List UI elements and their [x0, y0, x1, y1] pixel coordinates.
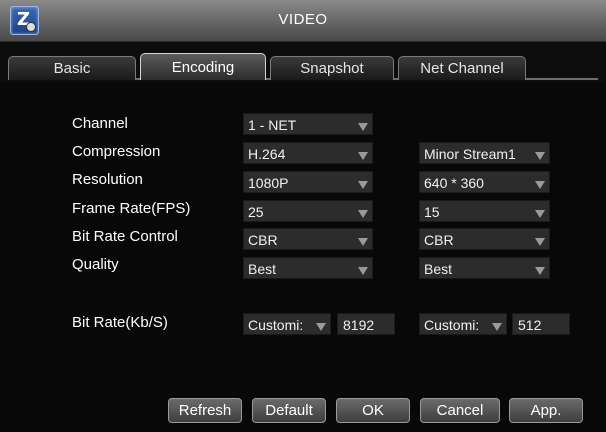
- chevron-down-icon: [535, 181, 545, 189]
- channel-label: Channel: [72, 115, 128, 132]
- bit-rate-main-input[interactable]: 8192: [337, 313, 395, 335]
- chevron-down-icon: [358, 210, 368, 218]
- ok-button[interactable]: OK: [336, 398, 410, 423]
- refresh-button[interactable]: Refresh: [168, 398, 242, 423]
- chevron-down-icon: [535, 238, 545, 246]
- quality-main-value: Best: [248, 261, 277, 277]
- default-button[interactable]: Default: [252, 398, 326, 423]
- chevron-down-icon: [358, 152, 368, 160]
- bit-rate-control-label: Bit Rate Control: [72, 228, 178, 245]
- frame-rate-sub-value: 15: [424, 204, 440, 220]
- resolution-sub-value: 640 * 360: [424, 175, 484, 191]
- window-title: VIDEO: [278, 11, 328, 28]
- bit-rate-main-mode-value: Customi:: [248, 317, 304, 333]
- chevron-down-icon: [358, 238, 368, 246]
- compression-main-value: H.264: [248, 146, 286, 162]
- frame-rate-label: Frame Rate(FPS): [72, 200, 191, 217]
- frame-rate-main-value: 25: [248, 204, 264, 220]
- resolution-sub-select[interactable]: 640 * 360: [419, 171, 550, 193]
- channel-select[interactable]: 1 - NET: [243, 113, 373, 135]
- frame-rate-sub-select[interactable]: 15: [419, 200, 550, 222]
- bit-rate-sub-mode-select[interactable]: Customi:: [419, 313, 507, 335]
- tab-net-channel[interactable]: Net Channel: [398, 56, 526, 80]
- quality-main-select[interactable]: Best: [243, 257, 373, 279]
- apply-button[interactable]: App.: [509, 398, 583, 423]
- bit-rate-control-main-value: CBR: [248, 232, 278, 248]
- quality-sub-value: Best: [424, 261, 453, 277]
- frame-rate-main-select[interactable]: 25: [243, 200, 373, 222]
- video-settings-window: Z VIDEO Basic Encoding Snapshot Net Chan…: [0, 0, 606, 432]
- chevron-down-icon: [535, 152, 545, 160]
- chevron-down-icon: [358, 267, 368, 275]
- quality-sub-select[interactable]: Best: [419, 257, 550, 279]
- stream-select[interactable]: Minor Stream1: [419, 142, 550, 164]
- stream-value: Minor Stream1: [424, 146, 516, 162]
- channel-value: 1 - NET: [248, 117, 297, 133]
- bit-rate-sub-mode-value: Customi:: [424, 317, 480, 333]
- bit-rate-sub-input[interactable]: 512: [512, 313, 570, 335]
- chevron-down-icon: [535, 267, 545, 275]
- bit-rate-label: Bit Rate(Kb/S): [72, 314, 168, 331]
- chevron-down-icon: [535, 210, 545, 218]
- chevron-down-icon: [358, 123, 368, 131]
- chevron-down-icon: [358, 181, 368, 189]
- resolution-main-value: 1080P: [248, 175, 289, 191]
- chevron-down-icon: [316, 323, 326, 331]
- cancel-button[interactable]: Cancel: [420, 398, 500, 423]
- compression-label: Compression: [72, 143, 161, 160]
- tab-encoding[interactable]: Encoding: [140, 53, 266, 80]
- tab-snapshot[interactable]: Snapshot: [270, 56, 394, 80]
- chevron-down-icon: [492, 323, 502, 331]
- quality-label: Quality: [72, 256, 119, 273]
- bit-rate-control-sub-select[interactable]: CBR: [419, 228, 550, 250]
- bit-rate-main-mode-select[interactable]: Customi:: [243, 313, 331, 335]
- compression-main-select[interactable]: H.264: [243, 142, 373, 164]
- resolution-main-select[interactable]: 1080P: [243, 171, 373, 193]
- bit-rate-control-sub-value: CBR: [424, 232, 454, 248]
- tab-basic[interactable]: Basic: [8, 56, 136, 80]
- resolution-label: Resolution: [72, 171, 143, 188]
- title-bar: Z VIDEO: [0, 0, 606, 42]
- bit-rate-control-main-select[interactable]: CBR: [243, 228, 373, 250]
